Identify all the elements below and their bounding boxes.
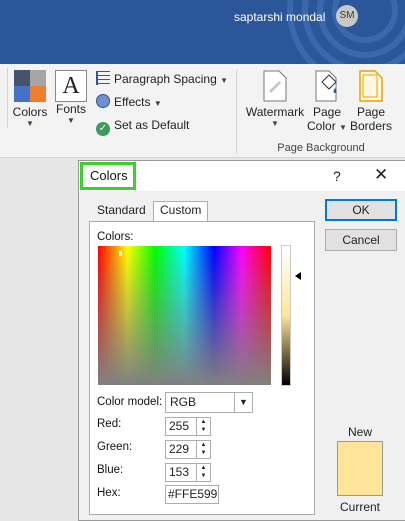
paragraph-spacing-button[interactable]: Paragraph Spacing ▼ [96,70,228,88]
colors-label: Colors [12,105,48,119]
page-color-button[interactable]: Page Color ▼ [306,70,348,133]
watermark-icon [263,70,287,102]
chevron-down-icon: ▼ [153,99,162,108]
watermark-button[interactable]: Watermark ▼ [244,70,306,128]
blue-stepper-arrows[interactable]: ▲ ▼ [196,464,210,481]
hex-label: Hex: [97,487,121,499]
page-color-label: Color [307,119,336,133]
blue-value: 153 [169,465,190,479]
luminance-arrow-icon[interactable] [295,272,301,280]
ribbon-separator [236,70,237,154]
stepper-down-icon[interactable]: ▼ [197,449,210,457]
close-icon[interactable]: ✕ [374,165,388,185]
dialog-title: Colors [80,162,136,190]
dialog-title-bar[interactable]: Colors ? ✕ [79,161,405,191]
ok-button[interactable]: OK [325,199,397,221]
tab-standard[interactable]: Standard [91,202,152,221]
color-spectrum[interactable] [98,246,271,385]
theme-colors-button[interactable]: Colors ▼ [12,70,48,128]
new-color-label: New [348,425,373,439]
theme-colors-icon [14,70,46,102]
stepper-down-icon[interactable]: ▼ [197,472,210,480]
green-label: Green: [97,441,133,453]
red-stepper[interactable]: 255 ▲ ▼ [165,417,211,436]
paragraph-spacing-icon [96,71,110,85]
title-bar: saptarshi mondal SM [0,0,405,64]
page-color-label-line1: Page [312,105,342,119]
current-color-label: Current [340,500,381,514]
user-name[interactable]: saptarshi mondal [234,10,325,24]
chevron-down-icon[interactable]: ▼ [234,393,252,412]
paragraph-spacing-label: Paragraph Spacing [114,72,217,86]
watermark-label: Watermark [245,105,305,119]
set-as-default-label: Set as Default [114,118,190,132]
prev-group-partial [0,68,8,128]
stepper-down-icon[interactable]: ▼ [197,426,210,434]
effects-button[interactable]: Effects ▼ [96,93,162,111]
avatar[interactable]: SM [336,5,358,27]
blue-label: Blue: [97,464,124,476]
cancel-button[interactable]: Cancel [325,229,397,251]
hex-input[interactable]: #FFE599 [165,485,219,504]
set-as-default-button[interactable]: ✓ Set as Default [96,116,190,136]
stepper-up-icon[interactable]: ▲ [197,418,210,426]
color-preview-swatch [337,441,383,496]
blue-stepper[interactable]: 153 ▲ ▼ [165,463,211,482]
red-stepper-arrows[interactable]: ▲ ▼ [196,418,210,435]
effects-label: Effects [114,95,151,109]
colors-label: Colors: [97,231,134,243]
effects-icon [96,94,110,108]
page-borders-icon [359,70,383,102]
green-stepper[interactable]: 229 ▲ ▼ [165,440,211,459]
stepper-up-icon[interactable]: ▲ [197,464,210,472]
red-value: 255 [169,419,190,433]
color-model-label: Color model: [97,396,163,408]
fonts-icon: A [55,70,87,102]
help-button[interactable]: ? [333,168,341,184]
tab-custom[interactable]: Custom [153,201,209,222]
page-color-label-line2: Color ▼ [306,119,348,133]
page-borders-label-line1: Page [356,105,386,119]
green-value: 229 [169,442,190,456]
chevron-down-icon: ▼ [26,119,34,128]
theme-fonts-button[interactable]: A Fonts ▼ [54,70,88,125]
page-borders-label-line2: Borders [349,119,393,133]
red-label: Red: [97,418,122,430]
color-model-value: RGB [170,395,197,409]
chevron-down-icon: ▼ [220,76,229,85]
custom-tab-panel: Colors: Color model: RGB ▼ Red: 255 ▲ ▼ G… [89,221,315,515]
ribbon: Colors ▼ A Fonts ▼ Paragraph Spacing ▼ E… [0,64,405,158]
page-borders-button[interactable]: Page Borders [348,70,394,133]
luminance-slider[interactable] [281,245,291,386]
color-picker-crosshair[interactable] [119,251,122,256]
chevron-down-icon: ▼ [339,123,347,132]
group-label-page-background: Page Background [277,142,365,154]
paint-bucket-icon [315,70,337,102]
green-stepper-arrows[interactable]: ▲ ▼ [196,441,210,458]
chevron-down-icon: ▼ [67,116,75,125]
check-circle-icon: ✓ [96,122,110,136]
fonts-label: Fonts [55,102,86,116]
stepper-up-icon[interactable]: ▲ [197,441,210,449]
colors-dialog: Colors ? ✕ Standard Custom Colors: Color… [78,160,405,521]
chevron-down-icon: ▼ [271,119,279,128]
color-model-select[interactable]: RGB ▼ [165,392,253,413]
